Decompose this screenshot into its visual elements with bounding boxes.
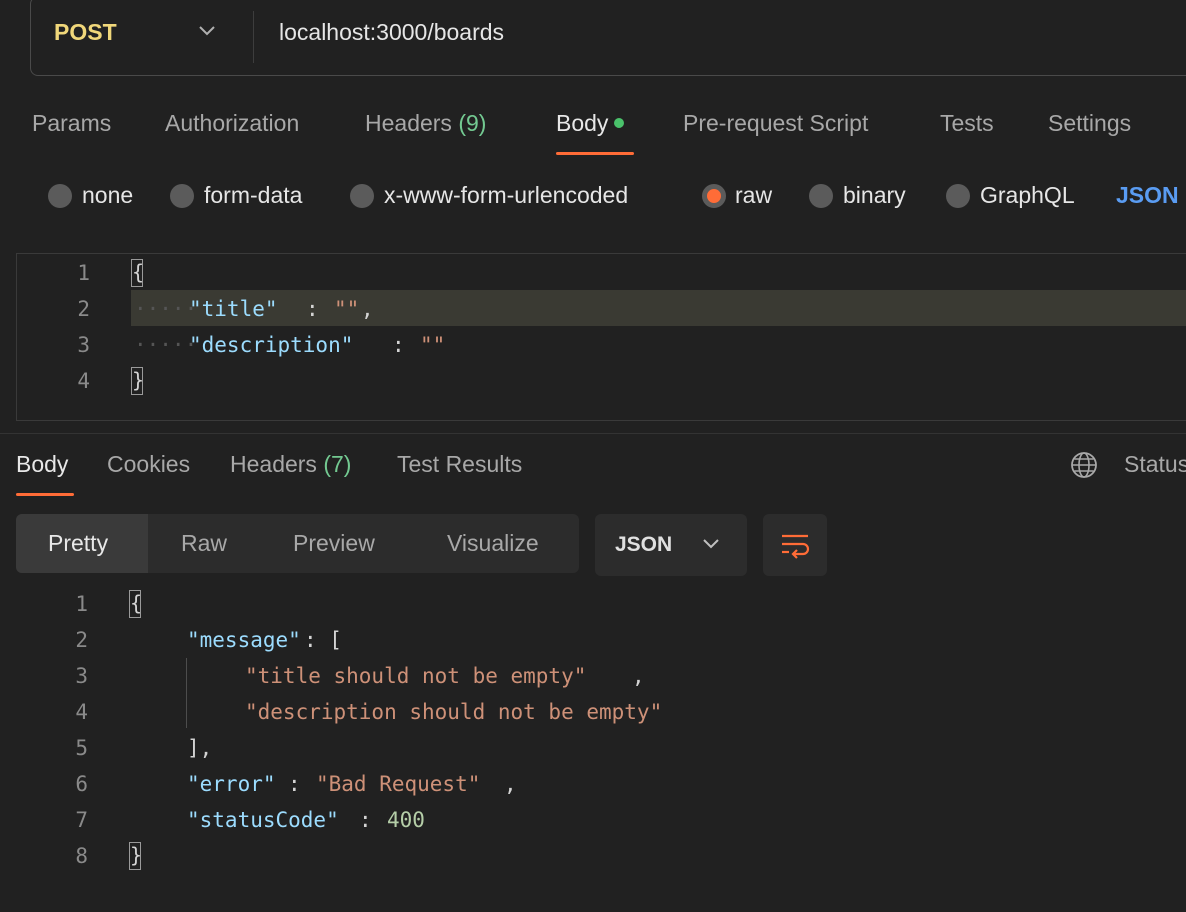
tab-settings[interactable]: Settings [1048, 110, 1131, 137]
view-pretty[interactable]: Pretty [48, 530, 108, 557]
body-type-urlencoded[interactable]: x-www-form-urlencoded [384, 182, 628, 209]
tab-tests[interactable]: Tests [940, 110, 994, 137]
headers-count: (9) [458, 110, 487, 136]
indent-guide [186, 658, 187, 728]
radio-form-data[interactable] [170, 184, 194, 208]
divider [253, 11, 254, 63]
wrap-lines-icon [782, 534, 810, 559]
modified-dot [614, 117, 625, 128]
globe-icon[interactable] [1070, 451, 1098, 479]
body-type-binary[interactable]: binary [843, 182, 906, 209]
body-type-raw[interactable]: raw [735, 182, 772, 209]
close-brace: } [129, 842, 141, 870]
json-key-statuscode: "statusCode" [187, 808, 339, 832]
tab-cookies[interactable]: Cookies [107, 451, 190, 478]
line-number: 4 [77, 369, 90, 393]
view-visualize[interactable]: Visualize [447, 530, 539, 557]
tab-body-label: Body [556, 110, 609, 136]
line-number: 3 [75, 664, 88, 688]
open-brace: { [129, 590, 141, 618]
method-select[interactable]: POST [54, 19, 117, 46]
line-number: 3 [77, 333, 90, 357]
json-value-message-2: "description should not be empty" [245, 700, 663, 724]
tab-authorization[interactable]: Authorization [165, 110, 299, 137]
view-raw[interactable]: Raw [181, 530, 227, 557]
radio-urlencoded[interactable] [350, 184, 374, 208]
json-colon: : [359, 808, 372, 832]
json-colon: : [288, 772, 301, 796]
current-line-highlight [131, 290, 1186, 326]
line-number: 1 [77, 261, 90, 285]
url-bar: POST localhost:3000/boards [30, 0, 1186, 76]
json-close-bracket: ], [187, 736, 213, 760]
tab-prerequest[interactable]: Pre-request Script [683, 110, 868, 137]
radio-graphql[interactable] [946, 184, 970, 208]
json-comma: , [632, 664, 645, 688]
tab-response-headers-label: Headers [230, 451, 317, 477]
view-preview[interactable]: Preview [293, 530, 375, 557]
json-value-message-1: "title should not be empty" [245, 664, 587, 688]
radio-none[interactable] [48, 184, 72, 208]
active-tab-indicator [16, 493, 74, 496]
whitespace-dots: ····· [134, 333, 198, 357]
line-number: 2 [77, 297, 90, 321]
tab-response-body[interactable]: Body [16, 451, 68, 478]
line-number: 2 [75, 628, 88, 652]
tab-headers[interactable]: Headers (9) [365, 110, 486, 137]
line-number: 4 [75, 700, 88, 724]
pane-divider[interactable] [0, 433, 1186, 434]
whitespace-dots: ····· [134, 297, 198, 321]
radio-raw[interactable] [702, 184, 726, 208]
radio-binary[interactable] [809, 184, 833, 208]
line-number: 5 [75, 736, 88, 760]
json-key-description: "description" [189, 333, 354, 357]
line-number: 1 [75, 592, 88, 616]
format-label: JSON [615, 533, 673, 556]
language-select[interactable]: JSON [1116, 182, 1179, 209]
chevron-down-icon[interactable] [197, 23, 217, 39]
json-colon: : [392, 333, 405, 357]
body-type-none[interactable]: none [82, 182, 133, 209]
body-type-form-data[interactable]: form-data [204, 182, 302, 209]
json-colon-bracket: : [ [304, 628, 342, 652]
body-type-graphql[interactable]: GraphQL [980, 182, 1075, 209]
open-brace: { [131, 259, 143, 287]
json-key-error: "error" [187, 772, 276, 796]
json-value-statuscode: 400 [387, 808, 425, 832]
tab-headers-label: Headers [365, 110, 452, 136]
json-key-title: "title" [189, 297, 278, 321]
chevron-down-icon [703, 539, 719, 549]
json-key-message: "message" [187, 628, 301, 652]
json-value-title: "" [334, 297, 360, 321]
status-label: Status [1124, 451, 1186, 477]
tab-test-results[interactable]: Test Results [397, 451, 522, 478]
line-number: 7 [75, 808, 88, 832]
json-value-error: "Bad Request" [316, 772, 481, 796]
tab-params[interactable]: Params [32, 110, 111, 137]
response-headers-count: (7) [323, 451, 352, 477]
json-colon: : [306, 297, 319, 321]
tab-response-headers[interactable]: Headers (7) [230, 451, 351, 478]
json-comma: , [361, 297, 374, 321]
close-brace: } [131, 367, 143, 395]
active-tab-indicator [556, 152, 634, 155]
line-number: 8 [75, 844, 88, 868]
json-comma: , [504, 772, 517, 796]
url-input[interactable]: localhost:3000/boards [279, 19, 504, 46]
json-value-description: "" [420, 333, 446, 357]
tab-body[interactable]: Body [556, 110, 625, 137]
line-number: 6 [75, 772, 88, 796]
